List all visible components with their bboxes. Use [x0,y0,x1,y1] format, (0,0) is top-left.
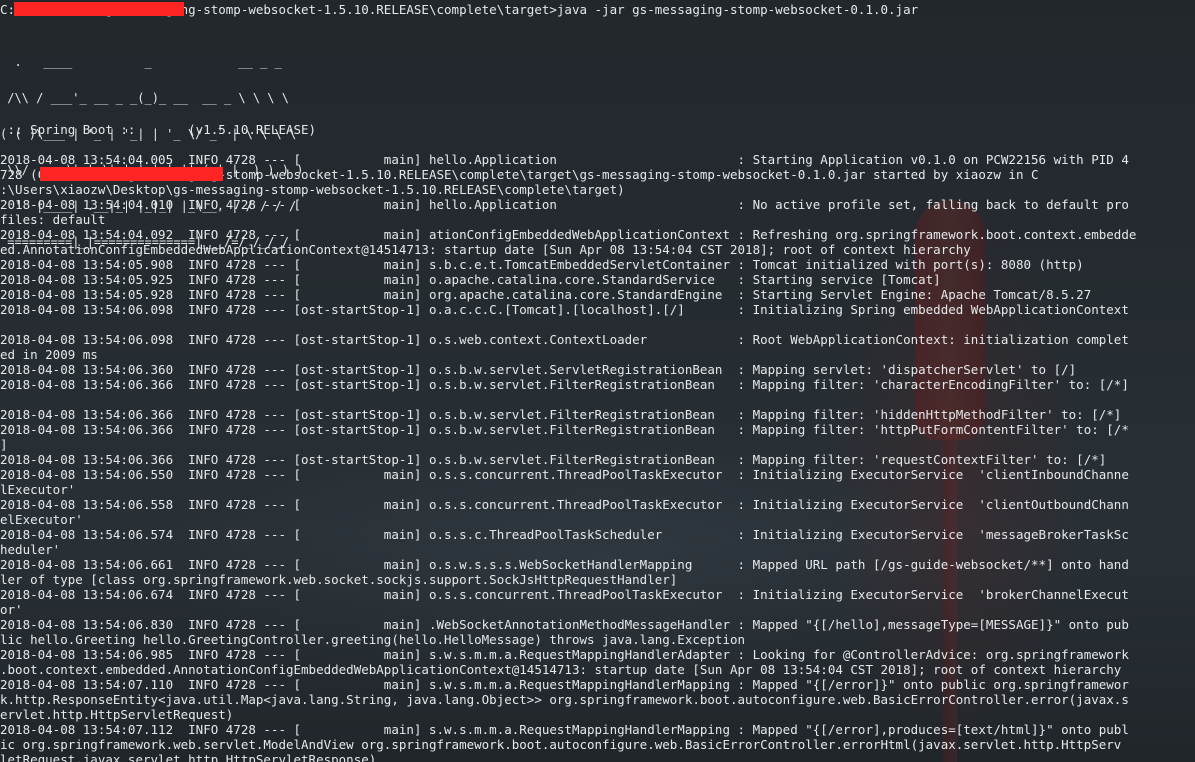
log-line: ed.AnnotationConfigEmbeddedWebApplicatio… [0,242,971,257]
log-line: 2018-04-08 13:54:07.110 INFO 4728 --- [ … [0,677,1129,692]
log-line: :\Users\xiaozw\Desktop\gs-messaging-stom… [0,182,625,197]
log-line: 2018-04-08 13:54:04.005 INFO 4728 --- [ … [0,152,1129,167]
log-line: letRequest,javax.servlet.http.HttpServle… [0,752,377,762]
log-line: or' [0,602,23,617]
log-line: .boot.context.embedded.AnnotationConfigE… [0,662,1122,677]
log-line: 2018-04-08 13:54:06.098 INFO 4728 --- [o… [0,332,1129,347]
log-line: files: default [0,212,106,227]
log-line: 2018-04-08 13:54:05.925 INFO 4728 --- [ … [0,272,941,287]
log-line: lExecutor' [0,482,76,497]
banner-line: . ____ _ __ _ _ [0,55,282,69]
log-line: 2018-04-08 13:54:06.830 INFO 4728 --- [ … [0,617,1129,632]
log-line: 2018-04-08 13:54:06.366 INFO 4728 --- [o… [0,377,1129,392]
log-line: ed in 2009 ms [0,347,98,362]
log-line: 2018-04-08 13:54:06.558 INFO 4728 --- [ … [0,497,1129,512]
log-line: 2018-04-08 13:54:06.985 INFO 4728 --- [ … [0,647,1129,662]
spring-boot-version: :: Spring Boot :: (v1.5.10.RELEASE) [0,122,317,137]
log-line: ] [0,437,8,452]
log-line: 2018-04-08 13:54:06.360 INFO 4728 --- [o… [0,362,1077,377]
log-line: 2018-04-08 13:54:04.010 INFO 4728 --- [ … [0,197,1129,212]
banner-line: /\\ / ___'_ __ _ _(_)_ __ __ _ \ \ \ \ [0,91,289,105]
log-line: 2018-04-08 13:54:06.661 INFO 4728 --- [ … [0,557,1129,572]
redaction-bar [14,2,184,16]
log-line: ic org.springframework.web.servlet.Model… [0,737,1122,752]
log-line: ervlet.http.HttpServletRequest) [0,707,234,722]
log-line: elExecutor' [0,512,83,527]
log-line: 2018-04-08 13:54:05.928 INFO 4728 --- [ … [0,287,1092,302]
redaction-bar [40,167,223,181]
log-line: 2018-04-08 13:54:06.550 INFO 4728 --- [ … [0,467,1129,482]
log-line: k.http.ResponseEntity<java.util.Map<java… [0,692,1129,707]
log-line: 2018-04-08 13:54:07.112 INFO 4728 --- [ … [0,722,1129,737]
log-line: 2018-04-08 13:54:06.366 INFO 4728 --- [o… [0,422,1129,437]
terminal-window[interactable]: C:\[redacted]\gs-messaging-stomp-websock… [0,0,1195,762]
log-line: ler of type [class org.springframework.w… [0,572,678,587]
log-line: lic hello.Greeting hello.GreetingControl… [0,632,746,647]
log-line: 2018-04-08 13:54:05.908 INFO 4728 --- [ … [0,257,1084,272]
log-line: 2018-04-08 13:54:06.574 INFO 4728 --- [ … [0,527,1129,542]
log-line: 2018-04-08 13:54:06.098 INFO 4728 --- [o… [0,302,1129,317]
log-line: heduler' [0,542,61,557]
log-line: 2018-04-08 13:54:06.366 INFO 4728 --- [o… [0,407,1122,422]
log-line: 2018-04-08 13:54:06.674 INFO 4728 --- [ … [0,587,1129,602]
log-line: 2018-04-08 13:54:04.092 INFO 4728 --- [ … [0,227,1137,242]
log-line: 2018-04-08 13:54:06.366 INFO 4728 --- [o… [0,452,1107,467]
